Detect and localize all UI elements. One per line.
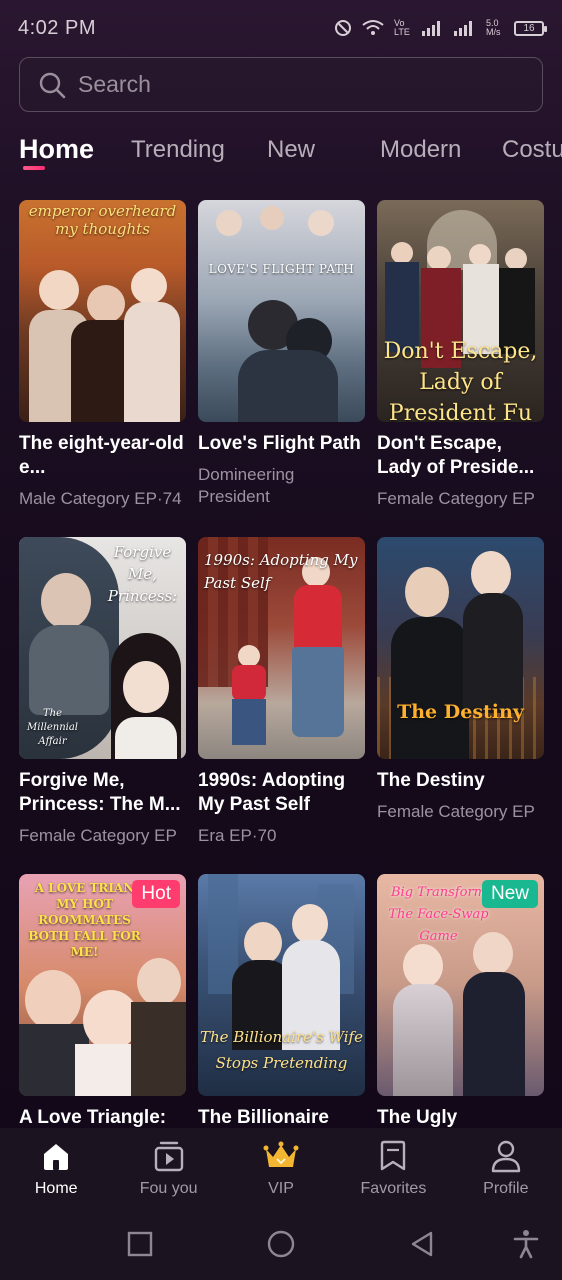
card-title: Forgive Me, Princess: The M... xyxy=(19,770,181,815)
nav-for-you[interactable]: Fou you xyxy=(112,1128,224,1208)
signal-icon xyxy=(422,21,440,36)
poster-title-text: LOVE'S FLIGHT PATH xyxy=(208,262,355,276)
status-time: 4:02 PM xyxy=(18,16,96,39)
category-tabs: Home Trending New Modern Costu xyxy=(0,120,562,184)
status-bar: 4:02 PM Vo LTE 5.0 M/s 16 xyxy=(0,0,562,56)
poster-image: The Billionaire's Wife Stops Pretending xyxy=(198,874,365,1096)
home-icon xyxy=(38,1138,74,1174)
signal-icon-2 xyxy=(454,21,472,36)
drama-card[interactable]: emperor overheard my thoughts The eight-… xyxy=(19,200,186,510)
recents-button[interactable] xyxy=(124,1228,156,1260)
card-title: 1990s: Adopting My Past Self xyxy=(198,770,346,815)
nav-label: Favorites xyxy=(360,1180,427,1197)
network-speed: 5.0 M/s xyxy=(486,18,501,37)
tab-home[interactable]: Home xyxy=(19,134,94,170)
accessibility-button[interactable] xyxy=(510,1228,542,1260)
poster-title-text: The Billionaire's Wife Stops Pretending xyxy=(200,1028,363,1072)
poster-image: Don't Escape, Lady of President Fu xyxy=(377,200,544,422)
poster-title-text: The Destiny xyxy=(397,701,524,723)
nav-label: Home xyxy=(34,1180,78,1197)
poster-title-text: 1990s: Adopting My Past Self xyxy=(204,551,358,592)
crown-icon xyxy=(263,1138,299,1174)
card-subtitle: Male Category EP·74 xyxy=(19,489,182,508)
poster-image: The Destiny xyxy=(377,537,544,759)
poster-title-text: Don't Escape, Lady of President Fu xyxy=(383,339,538,422)
card-title: Don't Escape, Lady of Preside... xyxy=(377,433,535,478)
search-bar[interactable] xyxy=(19,57,543,112)
search-input[interactable] xyxy=(78,71,498,98)
system-nav-bar xyxy=(0,1208,562,1280)
poster-title-text: Big Transform The Face-Swap Game xyxy=(388,885,489,944)
circle-icon xyxy=(267,1230,295,1258)
nav-vip[interactable]: VIP xyxy=(225,1128,337,1208)
card-title: The eight-year-old e... xyxy=(19,433,184,478)
hot-badge: Hot xyxy=(132,880,180,908)
square-icon xyxy=(127,1231,153,1257)
drama-card[interactable]: The Destiny The Destiny Female Category … xyxy=(377,537,544,823)
card-title: The Billionaire xyxy=(198,1107,329,1128)
poster-image: 1990s: Adopting My Past Self xyxy=(198,537,365,759)
tab-costume[interactable]: Costu xyxy=(502,136,562,164)
poster-image: Forgive Me, Princess: The Millennial Aff… xyxy=(19,537,186,759)
card-title: The Ugly xyxy=(377,1107,458,1128)
drama-card[interactable]: Big Transform The Face-Swap Game New The… xyxy=(377,874,544,1128)
nav-label: Fou you xyxy=(139,1180,198,1197)
drama-card[interactable]: A LOVE TRIAN MY HOT ROOMMATES BOTH FALL … xyxy=(19,874,186,1128)
card-title: Love's Flight Path xyxy=(198,433,361,454)
nav-label: Profile xyxy=(483,1180,529,1197)
accessibility-icon xyxy=(513,1230,539,1259)
home-system-button[interactable] xyxy=(265,1228,297,1260)
bookmark-icon xyxy=(375,1138,411,1174)
nav-label: VIP xyxy=(268,1180,294,1197)
poster-title-text: emperor overheard my thoughts xyxy=(28,202,177,238)
back-triangle-icon xyxy=(411,1231,433,1257)
nav-home[interactable]: Home xyxy=(0,1128,112,1208)
search-icon xyxy=(39,72,66,98)
battery-indicator: 16 xyxy=(514,20,547,36)
tab-modern[interactable]: Modern xyxy=(380,136,461,164)
poster-subtitle-text: The Millennial Affair xyxy=(27,708,78,747)
profile-icon xyxy=(488,1138,524,1174)
poster-title-text: A LOVE TRIAN MY HOT ROOMMATES BOTH FALL … xyxy=(28,881,141,959)
card-title: A Love Triangle: xyxy=(19,1107,167,1128)
card-subtitle: Female Category EP xyxy=(377,802,535,821)
status-icons: Vo LTE 5.0 M/s 16 xyxy=(334,18,547,37)
drama-card[interactable]: Forgive Me, Princess: The Millennial Aff… xyxy=(19,537,186,847)
poster-title-text: Forgive Me, Princess: xyxy=(107,543,178,605)
drama-card[interactable]: 1990s: Adopting My Past Self 1990s: Adop… xyxy=(198,537,365,847)
back-button[interactable] xyxy=(406,1228,438,1260)
poster-image: emperor overheard my thoughts xyxy=(19,200,186,422)
do-not-disturb-icon xyxy=(335,20,351,36)
network-label: Vo LTE xyxy=(394,18,410,37)
card-subtitle: Female Category EP xyxy=(19,826,177,845)
drama-card[interactable]: LOVE'S FLIGHT PATH Love's Flight Path Do… xyxy=(198,200,365,508)
card-title: The Destiny xyxy=(377,770,485,791)
video-icon xyxy=(151,1138,187,1174)
drama-card[interactable]: The Billionaire's Wife Stops Pretending … xyxy=(198,874,365,1128)
nav-profile[interactable]: Profile xyxy=(450,1128,562,1208)
card-subtitle: Domineering President xyxy=(198,465,295,506)
drama-grid: emperor overheard my thoughts The eight-… xyxy=(0,200,562,1128)
poster-image: LOVE'S FLIGHT PATH xyxy=(198,200,365,422)
drama-card[interactable]: Don't Escape, Lady of President Fu Don't… xyxy=(377,200,544,510)
tab-trending[interactable]: Trending xyxy=(131,136,225,164)
card-subtitle: Era EP·70 xyxy=(198,826,277,845)
bottom-nav: Home Fou you VIP Favorites Profile xyxy=(0,1128,562,1208)
card-subtitle: Female Category EP xyxy=(377,489,535,508)
wifi-icon xyxy=(362,20,384,35)
new-badge: New xyxy=(481,880,538,908)
nav-favorites[interactable]: Favorites xyxy=(337,1128,449,1208)
tab-new[interactable]: New xyxy=(267,136,315,164)
